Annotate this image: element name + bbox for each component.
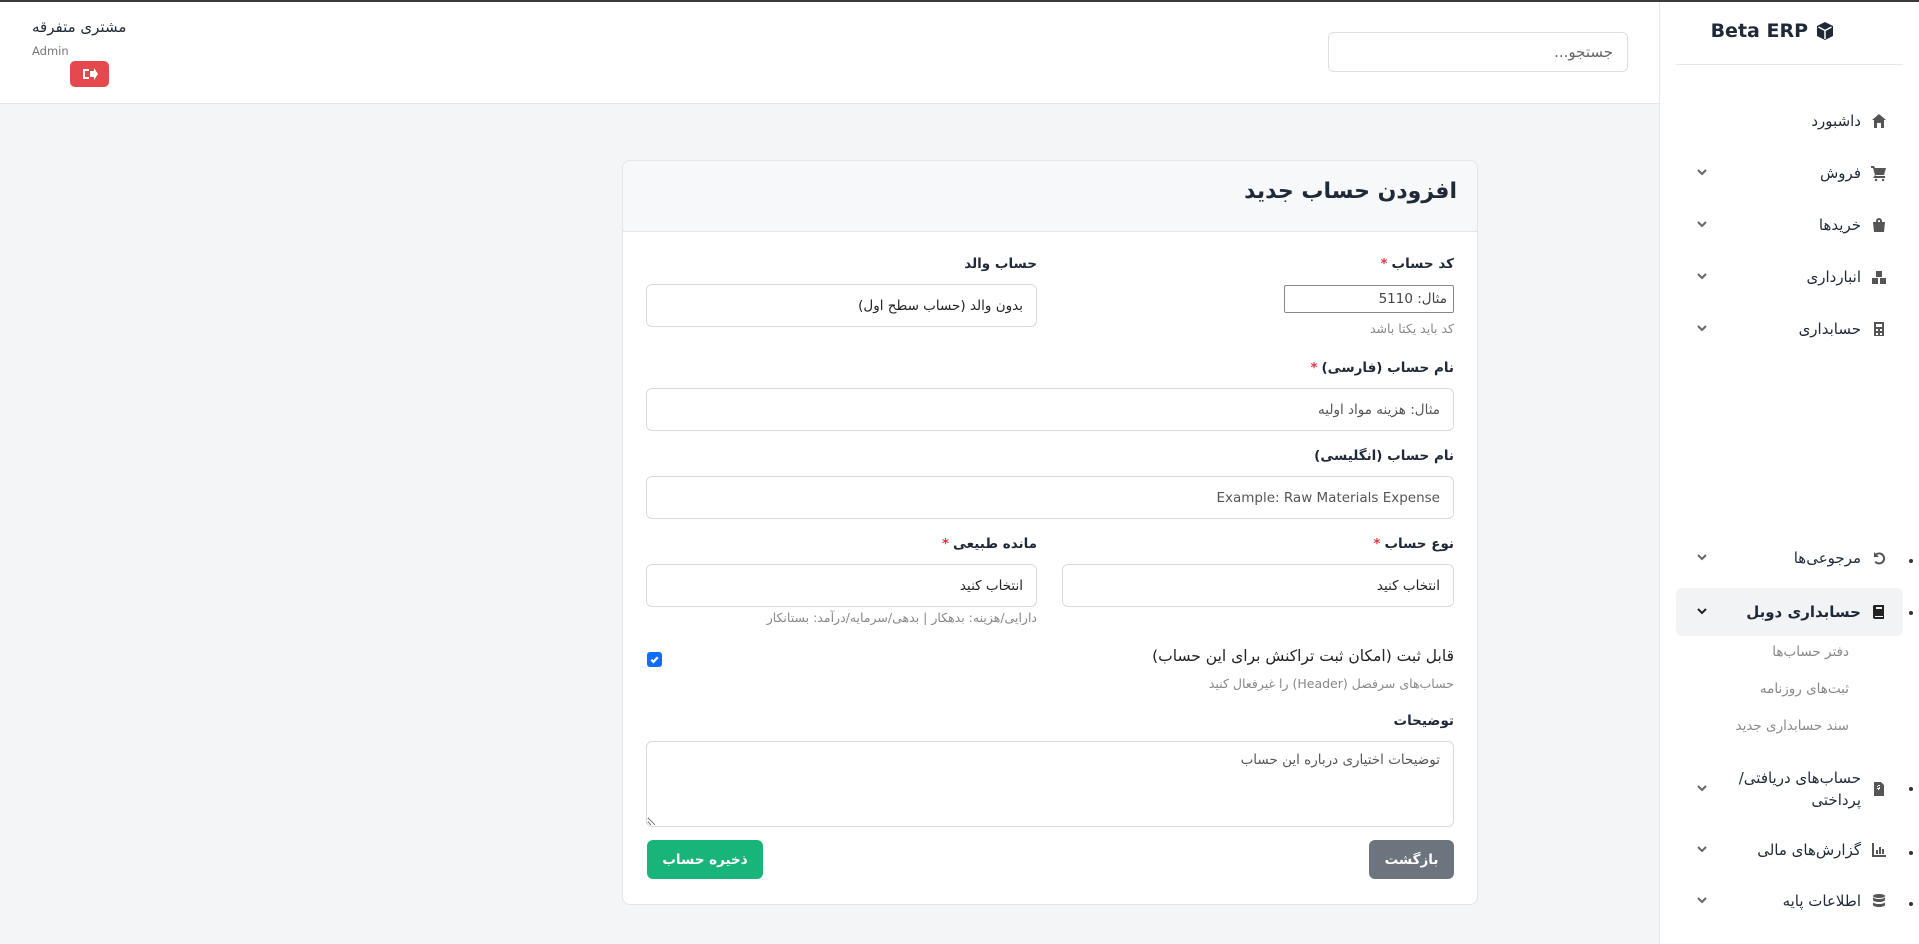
user-role: Admin [32,44,69,58]
new-account-card: افزودن حساب جدید کد حساب* کد باید یکتا ب… [622,160,1478,905]
account-name-fa-input[interactable] [646,388,1454,431]
logout-icon [82,68,98,80]
required-mark: * [941,536,950,552]
home-icon [1871,113,1887,129]
sidebar-item-inventory[interactable]: انبارداری [1676,255,1903,299]
nav-bullet [1909,851,1913,855]
bag-icon [1871,217,1887,233]
postable-label: قابل ثبت (امکان ثبت تراکنش برای این حساب… [1152,647,1454,665]
chevron-down-icon [1694,166,1708,180]
sidebar-item-label: خریدها [1818,216,1861,234]
nav-bullet [1909,902,1913,906]
name-fa-label: نام حساب (فارسی)* [1310,360,1454,376]
nav-bullet [1909,559,1913,563]
boxes-icon [1871,269,1887,285]
subitem-new-voucher[interactable]: سند حسابداری جدید [1689,718,1849,734]
sidebar-item-label: مرجوعی‌ها [1793,549,1861,567]
sidebar-item-label: اطلاعات پایه [1782,892,1861,910]
cube-icon [1817,22,1833,40]
account-type-value: انتخاب کنید [1376,577,1440,594]
sidebar-item-label: داشبورد [1811,112,1861,130]
sidebar-item-financial-reports[interactable]: گزارش‌های مالی [1676,828,1903,872]
code-hint: کد باید یکتا باشد [1369,321,1454,336]
name-en-label: نام حساب (انگلیسی) [1314,448,1454,464]
sidebar-item-label: حسابداری دوبل [1746,603,1861,621]
chevron-down-icon [1694,605,1708,619]
user-name: مشتری متفرقه [32,18,127,36]
type-label: نوع حساب* [1373,536,1454,552]
sidebar: Beta ERP داشبورد فروش خریدها انبارداری ح… [1659,2,1919,944]
sidebar-item-sales[interactable]: فروش [1676,151,1903,195]
description-label: توضیحات [1393,713,1454,729]
invoice-icon [1871,781,1887,797]
balance-hint: دارایی/هزینه: بدهکار | بدهی/سرمایه/درآمد… [766,610,1037,625]
sidebar-item-base-info[interactable]: اطلاعات پایه [1676,879,1903,923]
brand-divider [1676,64,1903,65]
undo-icon [1871,550,1887,566]
database-icon [1871,893,1887,909]
sidebar-item-label: فروش [1819,164,1861,182]
account-name-en-input[interactable] [646,476,1454,519]
card-header: افزودن حساب جدید [623,161,1477,232]
chevron-down-icon [1694,218,1708,232]
sidebar-item-double-entry[interactable]: حسابداری دوبل [1676,588,1903,636]
normal-balance-select[interactable]: انتخاب کنید [646,564,1037,607]
parent-account-value: بدون والد (حساب سطح اول) [858,297,1023,314]
brand-logo[interactable]: Beta ERP [1711,20,1835,42]
sidebar-item-receivables[interactable]: حساب‌های دریافتی/پرداختی [1676,764,1903,814]
subitem-chart-of-accounts[interactable]: دفتر حساب‌ها [1689,644,1849,660]
cart-icon [1871,165,1887,181]
page-title: افزودن حساب جدید [1244,179,1457,204]
sidebar-item-label: گزارش‌های مالی [1757,841,1861,859]
logout-button[interactable] [70,61,109,87]
search-input[interactable] [1328,32,1628,72]
chevron-down-icon [1694,782,1708,796]
code-label: کد حساب* [1380,256,1454,272]
required-mark: * [1373,536,1381,552]
balance-label: مانده طبیعی* [941,536,1037,552]
account-type-select[interactable]: انتخاب کنید [1062,564,1454,607]
chevron-down-icon [1694,270,1708,284]
sidebar-item-label: حساب‌های دریافتی/پرداختی [1738,769,1861,809]
save-account-button[interactable]: ذخیره حساب [647,840,763,879]
postable-checkbox[interactable] [647,652,662,667]
sidebar-item-accounting[interactable]: حسابداری [1676,307,1903,351]
sidebar-item-label: انبارداری [1806,268,1861,286]
parent-account-select[interactable]: بدون والد (حساب سطح اول) [646,284,1037,327]
required-mark: * [1380,256,1388,272]
check-icon [650,656,659,664]
sidebar-item-purchases[interactable]: خریدها [1676,203,1903,247]
description-textarea[interactable] [646,741,1454,827]
nav-bullet [1909,611,1913,615]
sidebar-item-dashboard[interactable]: داشبورد [1676,99,1903,143]
chevron-down-icon [1694,894,1708,908]
chart-icon [1871,842,1887,858]
chevron-down-icon [1694,843,1708,857]
account-code-input[interactable] [1284,285,1454,313]
normal-balance-value: انتخاب کنید [959,577,1023,594]
subitem-journal-entries[interactable]: ثبت‌های روزنامه [1689,681,1849,697]
brand-name: Beta ERP [1710,20,1808,42]
sidebar-item-label: حسابداری [1798,320,1861,338]
back-button[interactable]: بازگشت [1369,840,1454,879]
postable-hint: حساب‌های سرفصل (Header) را غیرفعال کنید [1208,676,1454,691]
nav-bullet [1909,787,1913,791]
parent-label: حساب والد [964,256,1037,272]
chevron-down-icon [1694,551,1708,565]
required-mark: * [1310,360,1318,376]
sidebar-item-returns[interactable]: مرجوعی‌ها [1676,536,1903,580]
calculator-icon [1871,321,1887,337]
book-icon [1871,604,1887,620]
top-header: مشتری متفرقه Admin [0,2,1659,104]
chevron-down-icon [1694,322,1708,336]
